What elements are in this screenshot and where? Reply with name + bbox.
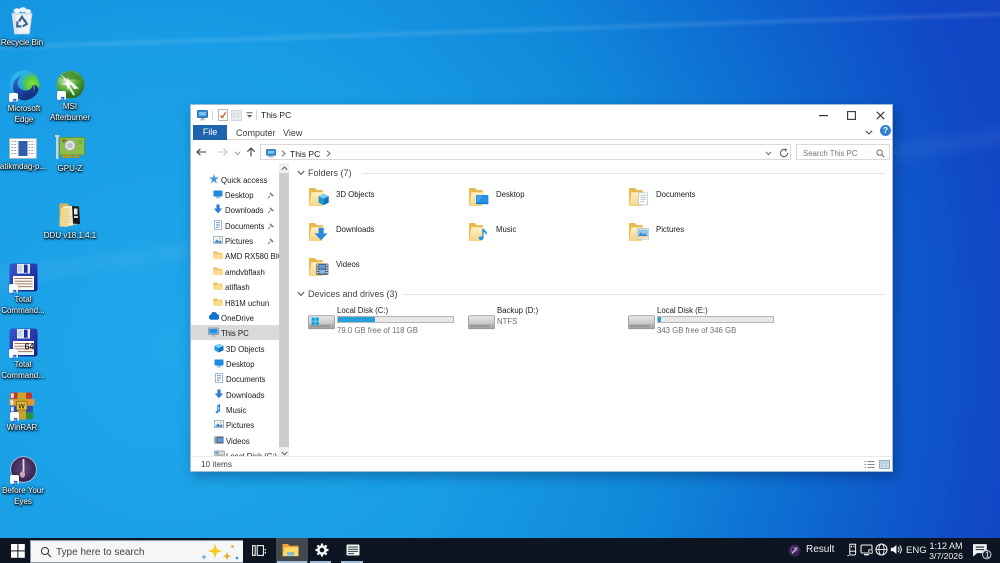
svg-text:W: W [18,404,25,411]
svg-text:1: 1 [985,550,989,559]
svg-text:64: 64 [24,342,34,352]
